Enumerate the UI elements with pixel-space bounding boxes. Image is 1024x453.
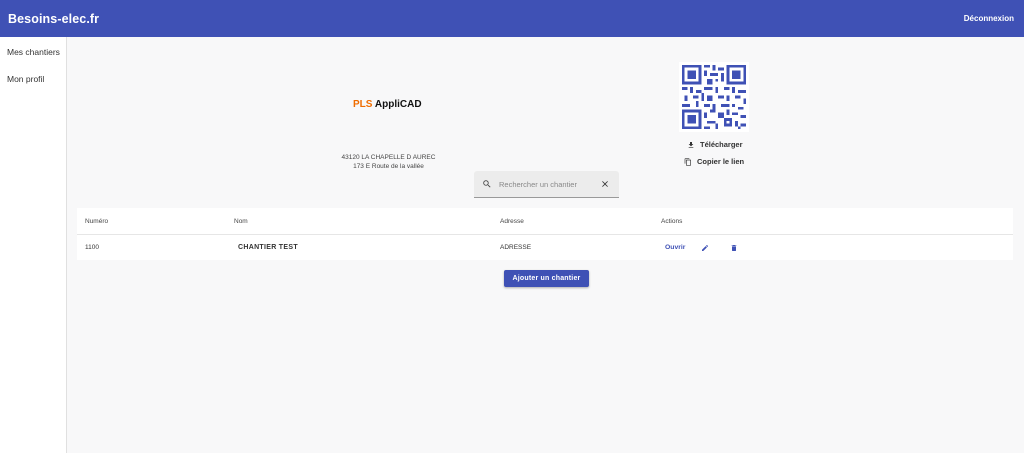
open-chantier-button[interactable]: Ouvrir xyxy=(665,244,685,251)
search-icon xyxy=(483,180,491,188)
cell-nom: CHANTIER TEST xyxy=(238,244,298,251)
app-bar: Besoins-elec.fr Déconnexion xyxy=(0,0,1024,37)
company-address: 43120 LA CHAPELLE D AUREC 173 E Route de… xyxy=(317,153,460,171)
cell-numero: 1100 xyxy=(85,244,99,251)
delete-chantier-button[interactable] xyxy=(728,242,740,254)
trash-icon xyxy=(732,244,737,251)
cell-actions: Ouvrir xyxy=(661,242,1013,254)
cell-adresse: ADRESSE xyxy=(500,244,532,251)
table-row: 1100 CHANTIER TEST ADRESSE Ouvrir xyxy=(77,235,1013,260)
main-content: PLS AppliCAD 43120 LA CHAPELLE D AUREC 1… xyxy=(67,37,1024,453)
copy-icon xyxy=(684,157,691,166)
sidebar-item-mes-chantiers[interactable]: Mes chantiers xyxy=(0,47,66,74)
copy-link-button[interactable]: Copier le lien xyxy=(684,157,744,166)
sidebar-item-mon-profil[interactable]: Mon profil xyxy=(0,74,66,101)
search-input[interactable] xyxy=(499,179,595,189)
address-line-1: 43120 LA CHAPELLE D AUREC xyxy=(341,154,436,161)
sidebar: Mes chantiers Mon profil xyxy=(0,37,67,453)
header-numero: Numéro xyxy=(85,217,109,225)
logout-button[interactable]: Déconnexion xyxy=(964,14,1014,23)
pencil-icon xyxy=(702,244,709,251)
qr-code-image xyxy=(679,62,749,132)
copy-label: Copier le lien xyxy=(697,157,745,166)
header-adresse: Adresse xyxy=(500,217,524,225)
qr-code xyxy=(679,62,749,132)
download-label: Télécharger xyxy=(700,140,743,149)
close-icon xyxy=(602,181,608,187)
add-chantier-button[interactable]: Ajouter un chantier xyxy=(504,270,589,287)
download-qr-button[interactable]: Télécharger xyxy=(687,140,743,149)
search-field xyxy=(474,171,619,198)
download-icon xyxy=(688,141,694,148)
company-name-suffix: AppliCAD xyxy=(374,99,422,110)
edit-chantier-button[interactable] xyxy=(699,242,711,254)
company-name: PLS AppliCAD xyxy=(353,99,422,110)
address-line-2: 173 E Route de la vallée xyxy=(353,163,424,170)
header-nom: Nom xyxy=(234,217,248,225)
brand-title[interactable]: Besoins-elec.fr xyxy=(8,12,99,26)
company-name-prefix: PLS xyxy=(353,99,373,110)
header-actions: Actions xyxy=(661,217,683,225)
table-header: Numéro Nom Adresse Actions xyxy=(77,208,1013,235)
chantiers-table: Numéro Nom Adresse Actions 1100 CHANTIER… xyxy=(77,208,1013,260)
clear-search-button[interactable] xyxy=(599,178,611,190)
